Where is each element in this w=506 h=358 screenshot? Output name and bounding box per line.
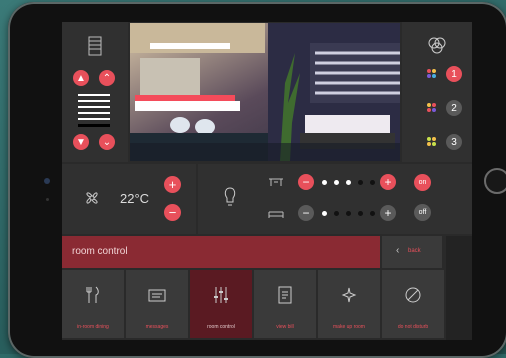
lighting-panel: − + on − + off — [198, 164, 472, 234]
sliders-icon — [214, 287, 228, 303]
light-bulb-icon — [224, 187, 236, 206]
scene-3-palette-icon — [427, 137, 437, 147]
fork-knife-icon — [86, 286, 99, 303]
scene-2-button[interactable]: 2 — [446, 100, 462, 116]
light-on-button[interactable]: on — [414, 174, 431, 191]
message-icon — [148, 289, 166, 302]
nav-label: make up room — [333, 324, 365, 330]
nav-label: messages — [145, 324, 169, 330]
blinds-open-button[interactable]: ⌃ — [99, 70, 115, 86]
page-title: room control — [72, 246, 128, 257]
room-photo — [130, 23, 400, 161]
nav-room-control[interactable]: room control — [190, 270, 252, 338]
nav-do-not-disturb[interactable]: do not disturb — [382, 270, 444, 338]
sensor-icon — [46, 198, 49, 201]
scene-3-button[interactable]: 3 — [446, 134, 462, 150]
nav-make-up-room[interactable]: make up room — [318, 270, 380, 338]
scene-1-button[interactable]: 1 — [446, 66, 462, 82]
ceiling-light-down-button[interactable]: − — [298, 174, 314, 190]
bed-light-up-button[interactable]: + — [380, 205, 396, 221]
ceiling-light-up-button[interactable]: + — [380, 174, 396, 190]
no-disturb-icon — [405, 287, 421, 303]
bed-lamp-icon — [268, 211, 284, 218]
room-image — [130, 23, 400, 161]
nav-in-room-dining[interactable]: in-room dining — [62, 270, 124, 338]
back-label: back — [408, 248, 421, 254]
bed-light-level — [322, 211, 382, 216]
chevron-left-icon: ‹ — [396, 245, 400, 256]
nav-label: view bill — [276, 324, 294, 330]
nav-label: in-room dining — [77, 324, 109, 330]
temperature-up-button[interactable]: + — [164, 176, 181, 193]
blinds-level-icon — [78, 94, 110, 127]
rgb-circles-icon — [428, 37, 446, 54]
sparkle-icon — [341, 287, 357, 303]
nav-label: do not disturb — [397, 324, 429, 330]
blinds-panel: ▲ ⌃ ▼ ⌄ — [62, 22, 128, 162]
window-blind-icon — [88, 36, 102, 56]
temperature-down-button[interactable]: − — [164, 204, 181, 221]
screen: ▲ ⌃ ▼ ⌄ 1 2 3 22°C + − − + on − + off ro… — [62, 22, 472, 340]
nav-view-bill[interactable]: view bill — [254, 270, 316, 338]
blinds-up-button[interactable]: ▲ — [73, 70, 89, 86]
nav-messages[interactable]: messages — [126, 270, 188, 338]
blinds-down-button[interactable]: ▼ — [73, 134, 89, 150]
ceiling-light-level — [322, 180, 382, 185]
scene-1-palette-icon — [427, 69, 437, 79]
bill-icon — [278, 286, 292, 304]
bed-light-down-button[interactable]: − — [298, 205, 314, 221]
ceiling-lamp-icon — [269, 178, 283, 186]
scene-panel: 1 2 3 — [402, 22, 472, 162]
camera-icon — [44, 178, 50, 184]
home-button[interactable] — [484, 168, 506, 194]
side-strip — [446, 236, 472, 340]
temperature-readout: 22°C — [120, 191, 150, 206]
back-button[interactable]: ‹ back — [382, 236, 442, 268]
light-off-button[interactable]: off — [414, 204, 431, 221]
fan-icon — [86, 192, 98, 204]
scene-2-palette-icon — [427, 103, 437, 113]
climate-panel: 22°C + − — [62, 164, 196, 234]
blinds-close-button[interactable]: ⌄ — [99, 134, 115, 150]
nav-label: room control — [207, 324, 235, 330]
title-bar: room control — [62, 236, 380, 268]
